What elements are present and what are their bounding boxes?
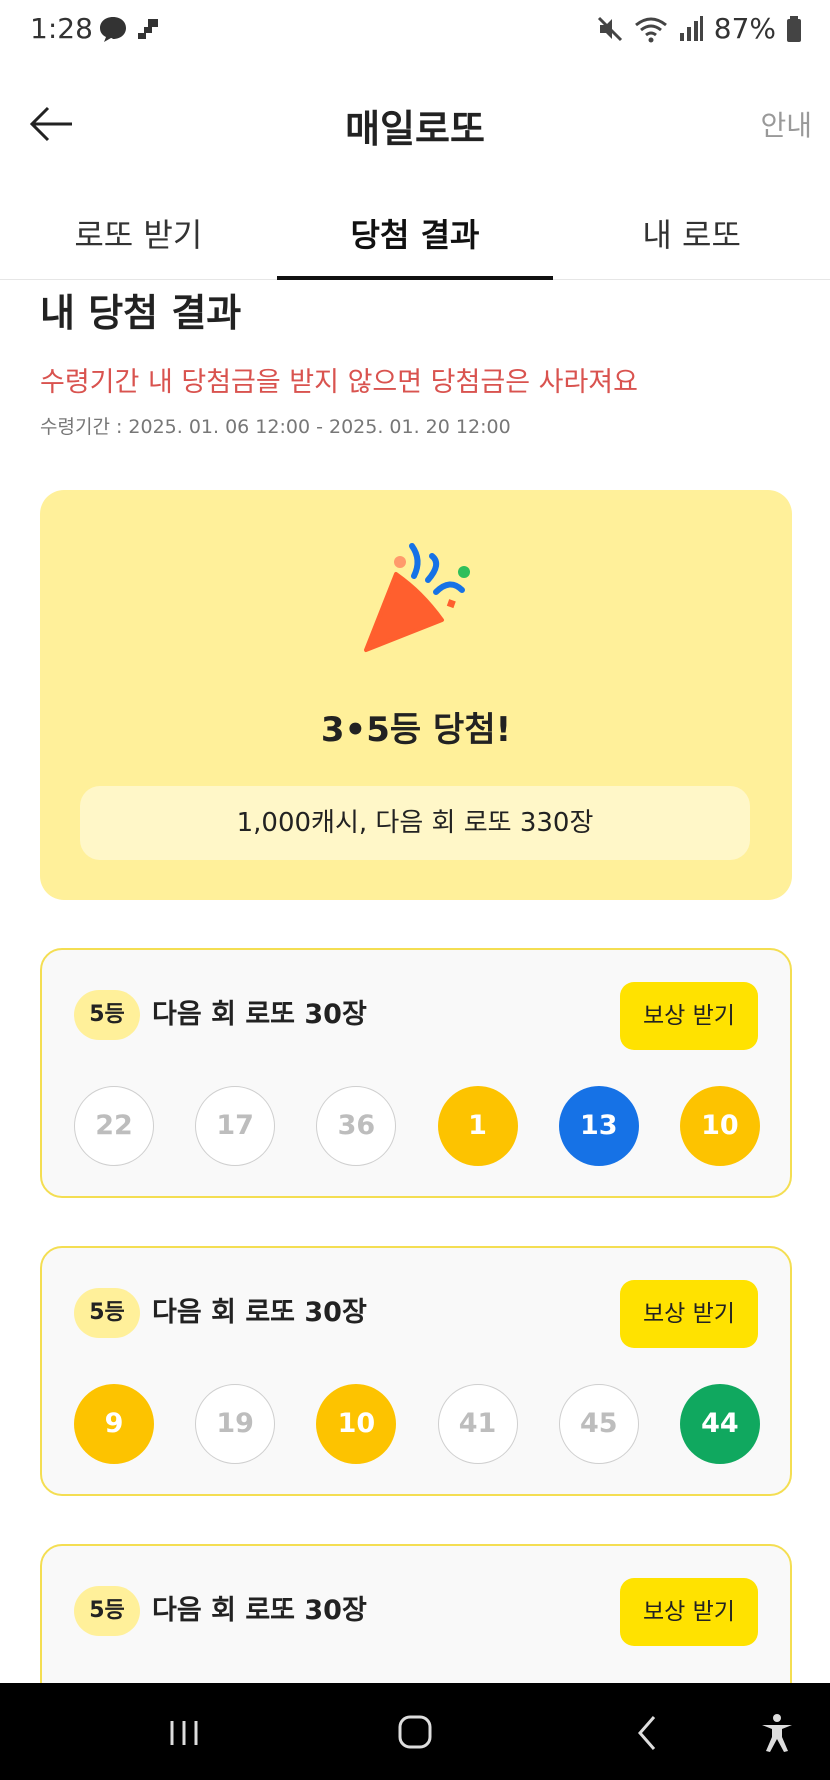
system-nav-bar (0, 1683, 830, 1780)
tab-win-results[interactable]: 당첨 결과 (276, 180, 554, 280)
lotto-balls: 22 17 36 1 13 10 (74, 1086, 760, 1166)
lotto-ball: 13 (558, 1086, 639, 1166)
lotto-ball: 22 (74, 1086, 154, 1166)
signal-icon (679, 15, 703, 41)
lotto-ball: 17 (195, 1086, 276, 1166)
lotto-ball: 44 (679, 1384, 760, 1464)
claim-reward-button[interactable]: 보상 받기 (620, 1280, 758, 1348)
lotto-ball: 10 (679, 1086, 760, 1166)
page-title: 매일로또 (345, 107, 485, 151)
battery-icon (787, 15, 801, 42)
home-icon[interactable] (390, 1711, 440, 1755)
prize-name: 다음 회 로또 30장 (152, 999, 367, 1030)
lotto-balls: 9 19 10 41 45 44 (74, 1384, 760, 1464)
battery-percent: 87% (713, 12, 776, 45)
wifi-icon (634, 17, 667, 42)
section-title: 내 당첨 결과 (40, 291, 242, 335)
accessibility-icon[interactable] (752, 1711, 802, 1755)
claim-reward-button[interactable]: 보상 받기 (620, 1578, 758, 1646)
claim-reward-button[interactable]: 보상 받기 (620, 982, 758, 1050)
party-popper-icon (364, 543, 470, 652)
notification-icon (138, 19, 158, 39)
tab-get-lotto[interactable]: 로또 받기 (0, 180, 277, 279)
nav-back-icon[interactable] (624, 1711, 674, 1755)
status-time: 1:28 (30, 12, 93, 45)
lotto-ball: 36 (316, 1086, 397, 1166)
recents-icon[interactable] (160, 1711, 210, 1755)
tab-bar: 로또 받기 당첨 결과 내 로또 (0, 180, 830, 280)
status-bar: 1:28 87% (0, 0, 830, 62)
rank-badge: 5등 (74, 1586, 140, 1636)
rank-badge: 5등 (74, 1288, 140, 1338)
guide-link[interactable]: 안내 (760, 104, 812, 144)
lotto-ball: 1 (437, 1086, 518, 1166)
prize-name: 다음 회 로또 30장 (152, 1297, 367, 1328)
prize-card: 5등 다음 회 로또 30장 보상 받기 22 17 36 1 13 10 (40, 948, 792, 1198)
lotto-ball: 41 (437, 1384, 518, 1464)
lotto-ball: 19 (195, 1384, 276, 1464)
result-title: 3•5등 당첨! (320, 710, 512, 750)
prize-card: 5등 다음 회 로또 30장 보상 받기 9 19 10 41 45 44 (40, 1246, 792, 1496)
rank-badge: 5등 (74, 990, 140, 1040)
lotto-ball: 9 (74, 1384, 154, 1464)
app-header: 매일로또 안내 (0, 70, 830, 180)
lotto-ball: 10 (316, 1384, 397, 1464)
result-summary: 1,000캐시, 다음 회 로또 330장 (80, 786, 750, 860)
lotto-ball: 45 (558, 1384, 639, 1464)
result-summary-card: 3•5등 당첨! 1,000캐시, 다음 회 로또 330장 (40, 490, 792, 900)
chat-bubble-icon (100, 17, 126, 42)
claim-warning: 수령기간 내 당첨금을 받지 않으면 당첨금은 사라져요 (40, 367, 638, 398)
claim-period: 수령기간 : 2025. 01. 06 12:00 - 2025. 01. 20… (40, 416, 511, 438)
prize-name: 다음 회 로또 30장 (152, 1595, 367, 1626)
mute-icon (597, 16, 622, 41)
tab-my-lotto[interactable]: 내 로또 (553, 180, 830, 279)
